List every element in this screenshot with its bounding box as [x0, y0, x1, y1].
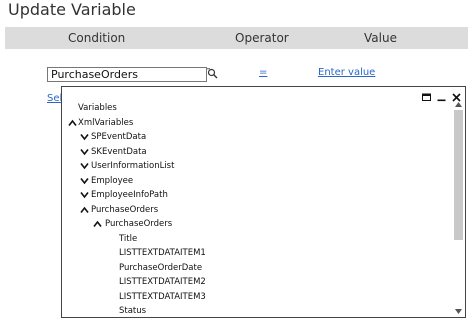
tree-node[interactable]: Title	[62, 232, 442, 246]
tree-node[interactable]: UserInformationList	[62, 159, 442, 173]
tree-node-label: Variables	[78, 103, 117, 113]
close-icon[interactable]	[452, 89, 461, 102]
tree-node[interactable]: PurchaseOrders	[62, 217, 442, 231]
tree-node-label: SKEventData	[91, 146, 147, 157]
search-icon[interactable]	[207, 68, 218, 79]
scroll-up-icon[interactable]	[454, 101, 463, 108]
tree-node[interactable]: EmployeeInfoPath	[62, 188, 442, 202]
chevron-down-icon[interactable]	[80, 177, 89, 185]
header-condition: Condition	[68, 31, 126, 45]
variable-picker-popup: Variables XmlVariables SPEventData SKEventD…	[61, 86, 466, 318]
tree-node[interactable]: LISTTEXTDATAITEM2	[62, 275, 442, 289]
chevron-down-icon[interactable]	[80, 162, 89, 170]
enter-value-link[interactable]: Enter value	[318, 67, 375, 78]
chevron-up-icon[interactable]	[93, 220, 102, 228]
chevron-up-icon[interactable]	[80, 206, 89, 214]
tree-node[interactable]: XmlVariables	[62, 116, 442, 130]
tree-node-label: PurchaseOrders	[105, 219, 173, 229]
condition-input[interactable]: PurchaseOrders	[47, 67, 207, 82]
tree-node[interactable]: Variables	[62, 101, 442, 115]
tree-node-label: LISTTEXTDATAITEM1	[119, 248, 206, 258]
minimize-icon[interactable]	[437, 89, 446, 101]
page-title: Update Variable	[8, 0, 136, 19]
tree-node-label: PurchaseOrderDate	[119, 262, 203, 273]
header-value: Value	[364, 31, 397, 45]
scroll-down-icon[interactable]	[454, 308, 463, 315]
chevron-down-icon[interactable]	[80, 191, 89, 199]
tree-node[interactable]: LISTTEXTDATAITEM3	[62, 290, 442, 304]
column-header-row: Condition Operator Value	[5, 27, 468, 49]
tree-node-label: LISTTEXTDATAITEM2	[119, 277, 206, 287]
tree-node[interactable]: Status	[62, 304, 442, 317]
tree-node-label: LISTTEXTDATAITEM3	[119, 291, 206, 302]
chevron-down-icon[interactable]	[80, 148, 89, 156]
tree-node[interactable]: Employee	[62, 174, 442, 188]
tree-node-label: XmlVariables	[78, 117, 134, 128]
popup-window-controls	[422, 88, 461, 102]
tree-node[interactable]: PurchaseOrderDate	[62, 261, 442, 275]
scrollbar[interactable]	[454, 101, 463, 315]
tree-node-label: PurchaseOrders	[91, 204, 159, 215]
header-operator: Operator	[235, 31, 289, 45]
chevron-down-icon[interactable]	[80, 133, 89, 141]
tree-node[interactable]: LISTTEXTDATAITEM1	[62, 246, 442, 260]
tree-node[interactable]: SPEventData	[62, 130, 442, 144]
tree-node[interactable]: PurchaseOrders	[62, 203, 442, 217]
scrollbar-thumb[interactable]	[454, 110, 463, 240]
tree-node[interactable]: SKEventData	[62, 145, 442, 159]
tree-node-label: UserInformationList	[91, 161, 175, 171]
tree-node-label: Status	[119, 306, 147, 316]
tree-node-label: SPEventData	[91, 132, 147, 142]
chevron-up-icon[interactable]	[68, 119, 77, 127]
operator-link[interactable]: =	[259, 67, 267, 78]
tree-node-label: Employee	[91, 175, 134, 186]
tree-node-label: Title	[119, 233, 138, 244]
maximize-icon[interactable]	[422, 89, 431, 101]
tree-node-label: EmployeeInfoPath	[91, 190, 168, 200]
